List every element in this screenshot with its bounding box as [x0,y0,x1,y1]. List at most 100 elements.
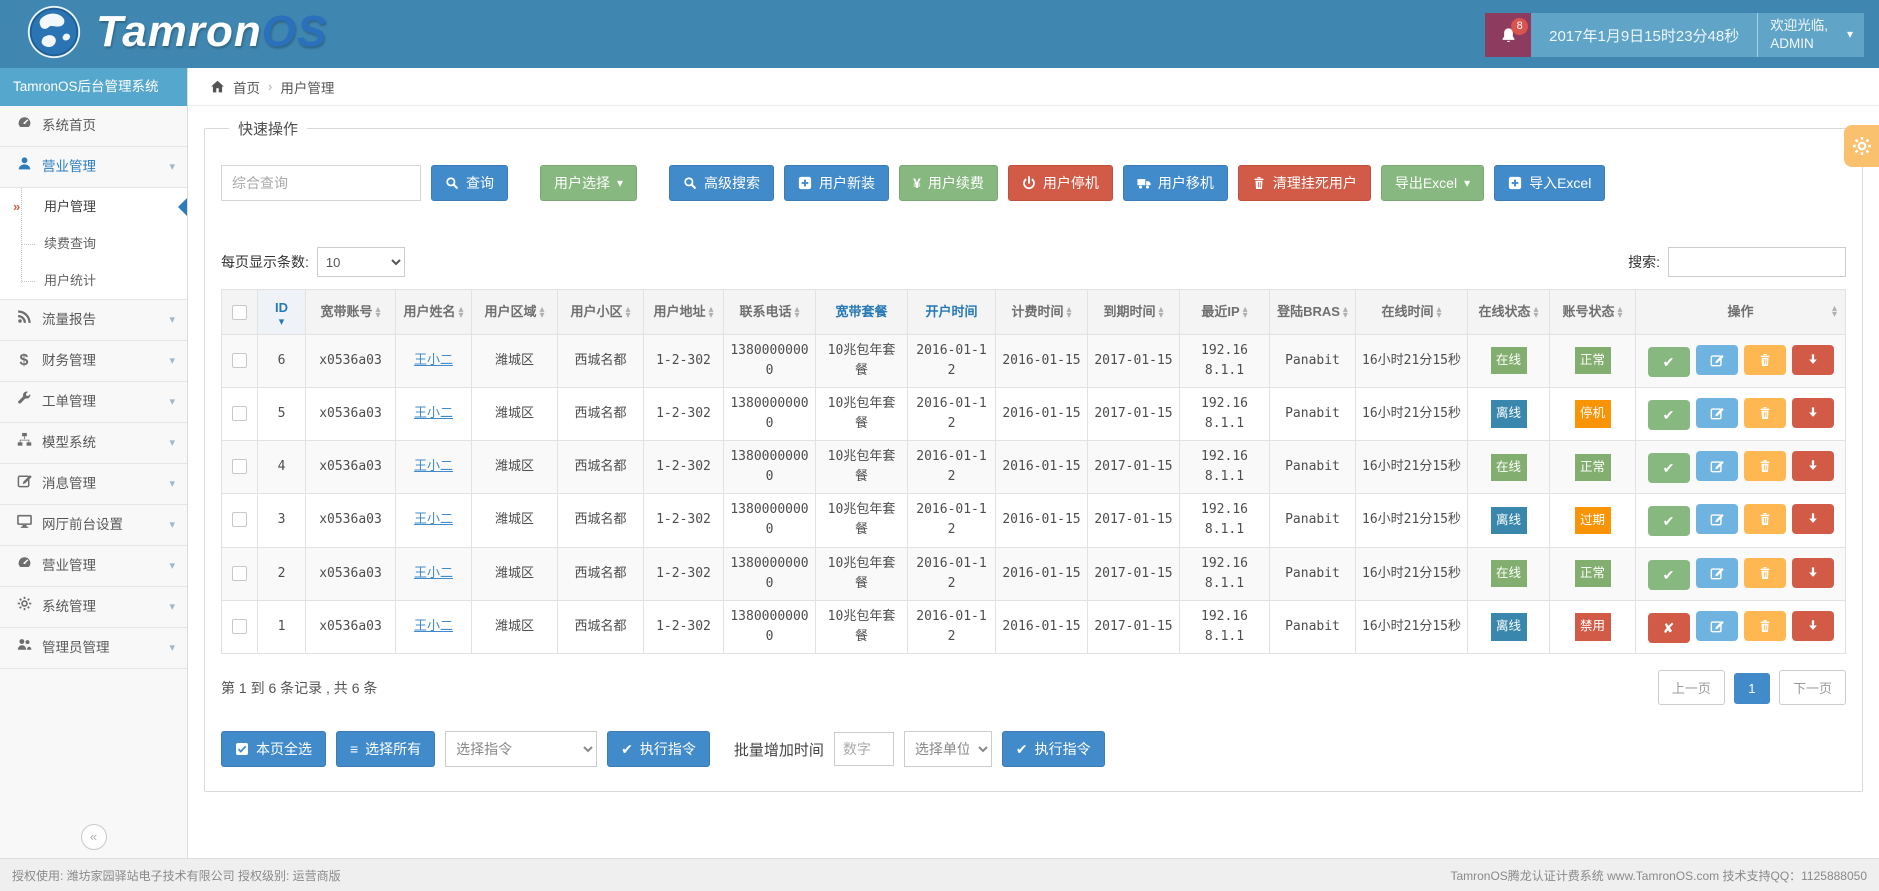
user-name-link[interactable]: 王小二 [414,353,453,368]
sidebar-item-traffic-report[interactable]: 流量报告▾ [0,300,187,341]
column-header-open_date[interactable]: 开户时间 [908,290,996,335]
sidebar-item-system[interactable]: 系统管理▾ [0,587,187,628]
delete-button[interactable] [1744,398,1786,428]
row-checkbox[interactable] [232,619,247,634]
sort-icon[interactable]: ▴▾ [539,307,544,319]
prev-page-button[interactable]: 上一页 [1658,670,1725,705]
sort-icon[interactable]: ▴▾ [1066,307,1071,319]
edit-button[interactable] [1696,558,1738,588]
export-excel-button[interactable]: 导出Excel▾ [1381,165,1484,201]
disable-button[interactable]: ✘ [1648,613,1690,643]
column-header-online_status[interactable]: 在线状态▴▾ [1468,290,1550,335]
sidebar-item-admin[interactable]: 管理员管理▾ [0,628,187,669]
user-install-button[interactable]: 用户新装 [784,165,889,201]
page-1-button[interactable]: 1 [1734,673,1769,704]
sidebar-item-business[interactable]: 营业管理▾ [0,147,187,188]
command-select[interactable]: 选择指令 [445,731,597,767]
edit-button[interactable] [1696,451,1738,481]
user-name-link[interactable]: 王小二 [414,512,453,527]
column-header-last_ip[interactable]: 最近IP▴▾ [1180,290,1270,335]
user-renew-button[interactable]: ¥用户续费 [899,165,998,201]
sidebar-item-webhall-settings[interactable]: 网厅前台设置▾ [0,505,187,546]
row-checkbox[interactable] [232,353,247,368]
sidebar-item-finance[interactable]: $财务管理▾ [0,341,187,382]
download-button[interactable] [1792,451,1834,481]
download-button[interactable] [1792,345,1834,375]
column-header-bras[interactable]: 登陆BRAS▴▾ [1270,290,1356,335]
column-header-id[interactable]: ID▾ [258,290,306,335]
row-checkbox[interactable] [232,459,247,474]
column-header-actions[interactable]: 操作▴▾ [1636,290,1846,335]
delete-button[interactable] [1744,345,1786,375]
notifications-button[interactable]: 8 [1485,13,1531,57]
sort-icon[interactable]: ▴▾ [1343,307,1348,319]
execute-command-button[interactable]: ✔ 执行指令 [607,731,710,767]
sidebar-item-message[interactable]: 消息管理▾ [0,464,187,505]
confirm-button[interactable]: ✔ [1648,347,1690,377]
table-search-input[interactable] [1668,247,1846,277]
row-checkbox[interactable] [232,566,247,581]
execute-time-button[interactable]: ✔ 执行指令 [1002,731,1105,767]
user-name-link[interactable]: 王小二 [414,566,453,581]
sort-icon[interactable]: ▴▾ [1243,307,1248,319]
column-header-community[interactable]: 用户小区▴▾ [558,290,644,335]
sidebar-item-model-system[interactable]: 模型系统▾ [0,423,187,464]
user-suspend-button[interactable]: 用户停机 [1008,165,1113,201]
column-header-account_status[interactable]: 账号状态▴▾ [1550,290,1636,335]
column-header-bill_date[interactable]: 计费时间▴▾ [996,290,1088,335]
user-name-link[interactable]: 王小二 [414,459,453,474]
column-header-account[interactable]: 宽带账号▴▾ [306,290,396,335]
select-all-checkbox[interactable] [232,305,247,320]
column-header-online_time[interactable]: 在线时间▴▾ [1356,290,1468,335]
sort-icon[interactable]: ▴▾ [794,307,799,319]
confirm-button[interactable]: ✔ [1648,400,1690,430]
confirm-button[interactable]: ✔ [1648,506,1690,536]
settings-gear-button[interactable] [1844,125,1879,167]
sidebar-collapse-button[interactable]: « [81,824,107,850]
column-header-expire_date[interactable]: 到期时间▴▾ [1088,290,1180,335]
query-button[interactable]: 查询 [431,165,508,201]
edit-button[interactable] [1696,611,1738,641]
sort-icon[interactable]: ▴▾ [1158,307,1163,319]
sort-icon[interactable]: ▴▾ [458,307,463,319]
column-header-name[interactable]: 用户姓名▴▾ [396,290,472,335]
sidebar-item-home[interactable]: 系统首页 [0,106,187,147]
user-name-link[interactable]: 王小二 [414,619,453,634]
sort-icon[interactable]: ▴▾ [1436,307,1441,319]
delete-button[interactable] [1744,558,1786,588]
sort-icon[interactable]: ▴▾ [1533,307,1538,319]
sidebar-subitem-user-management[interactable]: »用户管理 [0,188,187,225]
select-page-button[interactable]: 本页全选 [221,731,326,767]
sort-icon[interactable]: ▴▾ [708,307,713,319]
sidebar-item-business-2[interactable]: 营业管理▾ [0,546,187,587]
confirm-button[interactable]: ✔ [1648,560,1690,590]
confirm-button[interactable]: ✔ [1648,453,1690,483]
sidebar-subitem-user-stats[interactable]: 用户统计 [0,262,187,299]
user-menu[interactable]: 欢迎光临, ADMIN ▾ [1757,13,1864,57]
column-header-phone[interactable]: 联系电话▴▾ [724,290,816,335]
user-name-link[interactable]: 王小二 [414,406,453,421]
select-all-button[interactable]: ≡ 选择所有 [336,731,435,767]
column-header-address[interactable]: 用户地址▴▾ [644,290,724,335]
advanced-search-button[interactable]: 高级搜索 [669,165,774,201]
column-header-region[interactable]: 用户区域▴▾ [472,290,558,335]
import-excel-button[interactable]: 导入Excel [1494,165,1605,201]
column-header-plan[interactable]: 宽带套餐 [816,290,908,335]
download-button[interactable] [1792,558,1834,588]
sort-icon[interactable]: ▴▾ [1832,306,1837,318]
quick-search-input[interactable] [221,165,421,201]
delete-button[interactable] [1744,504,1786,534]
breadcrumb-home[interactable]: 首页 [233,77,260,97]
unit-select[interactable]: 选择单位 [904,731,992,767]
user-select-button[interactable]: 用户选择▾ [540,165,637,201]
download-button[interactable] [1792,504,1834,534]
sort-icon[interactable]: ▴▾ [1617,307,1622,319]
user-move-button[interactable]: 用户移机 [1123,165,1228,201]
edit-button[interactable] [1696,345,1738,375]
sort-icon[interactable]: ▴▾ [625,307,630,319]
delete-button[interactable] [1744,611,1786,641]
row-checkbox[interactable] [232,512,247,527]
download-button[interactable] [1792,398,1834,428]
sidebar-item-work-order[interactable]: 工单管理▾ [0,382,187,423]
sort-icon[interactable]: ▴▾ [375,307,380,319]
